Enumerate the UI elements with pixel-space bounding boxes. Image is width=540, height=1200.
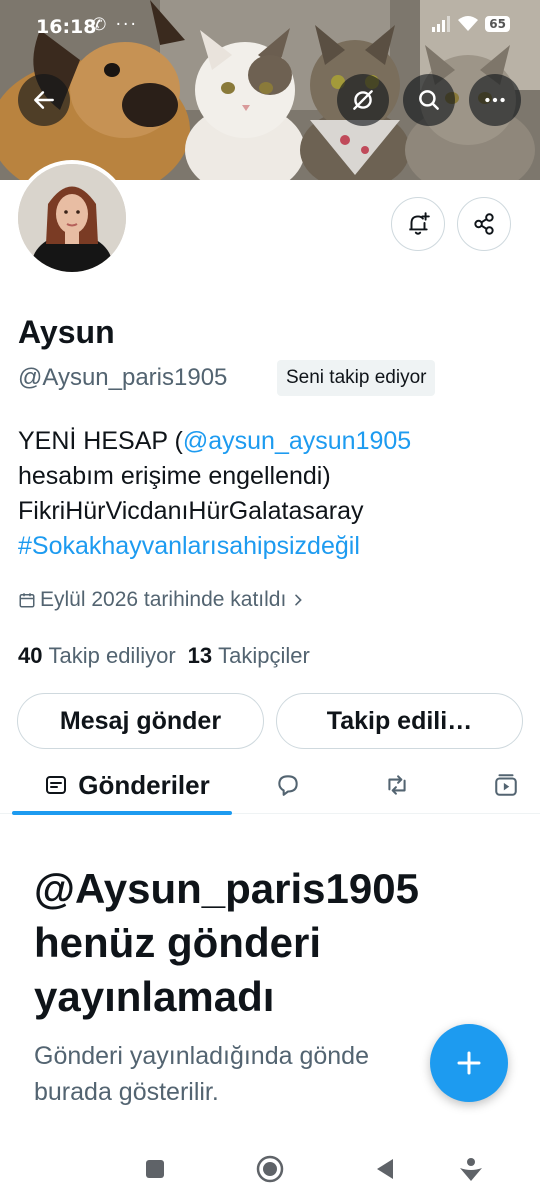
recent-apps-icon (146, 1160, 164, 1178)
follows-you-badge: Seni takip ediyor (277, 360, 436, 396)
share-icon (474, 213, 494, 235)
display-name: Aysun (18, 314, 115, 350)
avatar-image (18, 164, 126, 272)
more-options-button[interactable] (469, 74, 521, 126)
empty-state-subtitle: Gönderi yayınladığında gönde burada göst… (34, 1042, 369, 1106)
tab-posts[interactable]: Gönderiler (22, 756, 232, 814)
translate-off-icon (353, 90, 373, 110)
bell-plus-icon (409, 212, 430, 235)
assistant-icon (460, 1158, 482, 1181)
more-icon (485, 97, 505, 103)
avatar-photo (18, 164, 126, 272)
bio-hashtag-link[interactable]: #Sokakhayvanlarısahipsizdeğil (18, 529, 528, 564)
translate-off-button[interactable] (337, 74, 389, 126)
profile-banner[interactable]: 16:18 ✆ ··· 65 (0, 0, 540, 180)
home-button[interactable] (253, 1152, 287, 1186)
back-button[interactable] (18, 74, 70, 126)
posts-icon (46, 776, 67, 794)
followers-label: Takipçiler (218, 643, 310, 668)
tab-media[interactable] (476, 756, 536, 814)
follow-stats: 40 Takip ediliyor 13 Takipçiler (18, 643, 310, 669)
tab-posts-label: Gönderiler (78, 769, 210, 800)
send-message-button[interactable]: Mesaj gönder (17, 693, 264, 749)
empty-state-title: @Aysun_paris1905 henüz gönderi yayınlama… (34, 865, 419, 1020)
back-arrow-icon (34, 91, 54, 109)
status-bar: 16:18 ✆ ··· 65 (0, 0, 540, 56)
bio-line-3: FikriHürVicdanıHürGalatasaray (18, 497, 364, 525)
tab-reposts[interactable] (367, 756, 427, 814)
wifi-icon (458, 16, 479, 31)
home-icon (256, 1155, 284, 1183)
plus-icon (457, 1051, 481, 1075)
assistant-button[interactable] (454, 1152, 488, 1186)
recent-apps-button[interactable] (138, 1152, 172, 1186)
profile-tabs: Gönderiler (0, 756, 540, 814)
followers-count: 13 (187, 643, 213, 668)
joined-text: Eylül 2026 tarihinde katıldı (40, 588, 287, 611)
search-icon (419, 90, 439, 110)
share-button[interactable] (457, 197, 511, 251)
bio-line-1: YENİ HESAP (@aysun_aysun1905 (18, 424, 528, 459)
following-label: Takip ediliyor (48, 643, 176, 668)
notifications-button[interactable] (391, 197, 445, 251)
replies-icon (278, 775, 298, 796)
following-count: 40 (18, 643, 43, 668)
reposts-icon (388, 775, 406, 795)
android-navigation-bar (0, 1138, 540, 1200)
following-stat[interactable]: 40 Takip ediliyor (18, 643, 176, 669)
user-handle: @Aysun_paris1905 (18, 364, 228, 391)
signal-icon (432, 16, 451, 32)
followers-stat[interactable]: 13 Takipçiler (188, 643, 310, 669)
active-tab-indicator (12, 811, 232, 815)
following-button[interactable]: Takip edili… (276, 693, 523, 749)
compose-post-button[interactable] (430, 1024, 508, 1102)
search-button[interactable] (403, 74, 455, 126)
bio-text: YENİ HESAP ( (18, 427, 183, 455)
profile-bio: YENİ HESAP (@aysun_aysun1905 hesabım eri… (18, 424, 528, 564)
avatar[interactable] (14, 160, 130, 276)
back-nav-button[interactable] (368, 1152, 402, 1186)
tab-replies[interactable] (258, 756, 318, 814)
joined-date[interactable]: Eylül 2026 tarihinde katıldı (18, 588, 306, 612)
chevron-right-icon (295, 594, 303, 606)
status-right-icons: 65 (431, 15, 510, 33)
back-icon (377, 1159, 393, 1179)
bio-mention-link[interactable]: @aysun_aysun1905 (183, 427, 411, 455)
whatsapp-icon: ✆ ··· (92, 15, 138, 35)
media-icon (495, 774, 517, 796)
status-time: 16:18 (36, 16, 97, 38)
calendar-icon (19, 593, 35, 608)
bio-line-2: hesabım erişime engellendi) (18, 462, 331, 490)
battery-icon: 65 (485, 16, 510, 32)
